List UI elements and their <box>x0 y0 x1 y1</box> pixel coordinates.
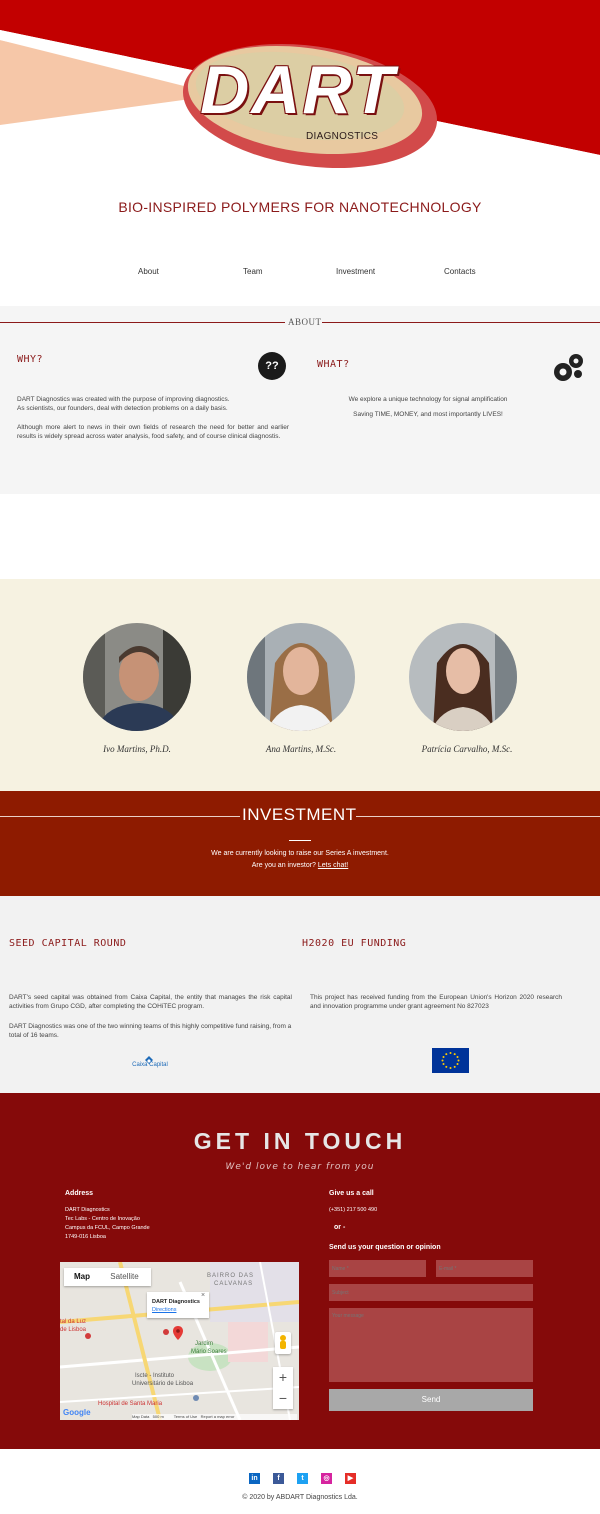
nav-item-contacts[interactable]: Contacts <box>444 267 476 276</box>
why-text-2: As scientists, our founders, deal with d… <box>17 405 228 412</box>
message-field[interactable] <box>329 1308 533 1382</box>
nav-item-about[interactable]: About <box>138 267 159 276</box>
team-section: Ivo Martins, Ph.D. Ana Martins, M.Sc. Pa… <box>0 579 600 792</box>
map-zoom-out-button[interactable]: − <box>273 1388 293 1409</box>
seed-capital-heading: SEED CAPITAL ROUND <box>9 938 127 949</box>
address-label: Address <box>65 1190 94 1197</box>
team-name-ivo: Ivo Martins, Ph.D. <box>103 744 171 754</box>
contact-title: GET IN TOUCH <box>193 1128 407 1154</box>
youtube-icon[interactable]: ▶ <box>345 1473 356 1484</box>
phone-number[interactable]: (+351) 217 500 490 <box>329 1206 377 1215</box>
logo-wordmark[interactable]: DART <box>178 54 418 126</box>
why-text-3: Although more alert to news in their own… <box>17 424 289 440</box>
nav-item-investment[interactable]: Investment <box>336 267 375 276</box>
social-bar: in f t ◎ ▶ <box>249 1473 359 1485</box>
map-popup-close-icon[interactable]: × <box>201 1292 205 1299</box>
team-name-patricia: Patrícia Carvalho, M.Sc. <box>421 744 513 754</box>
map-tab-satellite[interactable]: Satellite <box>102 1268 147 1286</box>
about-section: ABOUT WHY? ?⁠? DART Diagnostics was crea… <box>0 306 600 494</box>
funding-section: SEED CAPITAL ROUND DART's seed capital w… <box>0 896 600 1093</box>
logo-subtitle: DIAGNOSTICS <box>306 131 379 142</box>
caixa-capital-logo-text: Caixa Capital <box>132 1062 168 1068</box>
investment-divider-left <box>0 816 240 817</box>
map-tab-map[interactable]: Map <box>64 1268 100 1286</box>
team-photo-ana <box>247 623 355 731</box>
map-label-universitario: Universitário de Lisboa <box>132 1381 194 1387</box>
investment-accent-line <box>289 840 311 841</box>
send-question-label: Send us your question or opinion <box>329 1244 441 1251</box>
subject-field[interactable] <box>329 1284 533 1301</box>
send-button[interactable]: Send <box>329 1389 533 1411</box>
nav-item-team[interactable]: Team <box>243 267 263 276</box>
why-text-1: DART Diagnostics was created with the pu… <box>17 396 230 403</box>
call-label: Give us a call <box>329 1190 374 1197</box>
team-photo-patricia <box>409 623 517 731</box>
why-heading: WHY? <box>17 354 44 365</box>
address-line-1: DART Diagnostics <box>65 1207 110 1213</box>
name-field[interactable] <box>329 1260 426 1277</box>
address-line-4: 1749-016 Lisboa <box>65 1234 106 1240</box>
what-heading: WHAT? <box>317 359 350 370</box>
about-title: ABOUT <box>288 317 322 327</box>
lets-chat-link[interactable]: Lets chat! <box>318 862 348 869</box>
about-divider-right <box>322 322 600 323</box>
map-zoom-in-button[interactable]: + <box>273 1367 293 1388</box>
map-embed[interactable]: Map Satellite DART Diagnostics Direction… <box>60 1262 299 1420</box>
address-line-2: Tec Labs - Centro de Inovação <box>65 1216 140 1222</box>
address-line-3: Campus da FCUL, Campo Grande <box>65 1225 150 1231</box>
gears-icon <box>554 354 583 381</box>
header-banner: DART DIAGNOSTICS <box>0 0 600 175</box>
map-label-iscte: Iscte - Instituto <box>135 1373 175 1379</box>
team-name-ana: Ana Martins, M.Sc. <box>265 744 337 754</box>
map-label-luz: tal da Luz <box>60 1319 87 1325</box>
google-logo: Google <box>63 1408 91 1417</box>
about-divider-left <box>0 322 285 323</box>
investment-text-1: We are currently looking to raise our Se… <box>211 850 389 857</box>
question-icon: ?⁠? <box>258 352 286 380</box>
caixa-capital-logo-icon <box>141 1051 157 1064</box>
email-field[interactable] <box>436 1260 533 1277</box>
or-separator: or - <box>334 1224 346 1231</box>
footer: in f t ◎ ▶ © 2020 by ABDART Diagnostics Lda. <box>0 1449 600 1514</box>
map-directions-link[interactable]: Directions <box>152 1307 176 1313</box>
map-label-bairro: BAIRRO DAS <box>207 1273 255 1279</box>
linkedin-icon[interactable]: in <box>249 1473 260 1484</box>
map-label-hospital: Hospital de Santa Maria <box>98 1401 163 1407</box>
tagline: BIO-INSPIRED POLYMERS FOR NANOTECHNOLOGY <box>118 199 482 215</box>
copyright-text: © 2020 by ABDART Diagnostics Lda. <box>242 1494 358 1501</box>
facebook-icon[interactable]: f <box>273 1473 284 1484</box>
map-label-lisboa: de Lisboa <box>60 1327 87 1333</box>
what-text-2: Saving TIME, MONEY, and most importantly… <box>353 411 503 418</box>
map-label-mario-soares: Mário Soares <box>191 1349 227 1355</box>
instagram-icon[interactable]: ◎ <box>321 1473 332 1484</box>
investment-text-2: Are you an investor? Lets chat! <box>0 862 600 869</box>
map-label-jardim: Jardim <box>195 1341 214 1347</box>
team-photo-ivo <box>83 623 191 731</box>
investment-divider-right <box>356 816 600 817</box>
eu-flag-icon <box>432 1048 469 1073</box>
h2020-text: This project has received funding from t… <box>310 994 562 1010</box>
map-popup <box>147 1292 209 1318</box>
investment-question: Are you an investor? <box>251 862 316 869</box>
map-pin-icon[interactable] <box>173 1326 183 1340</box>
seed-capital-text-1: DART's seed capital was obtained from Ca… <box>9 994 292 1010</box>
map-label-calvanas: CALVANAS <box>214 1281 254 1287</box>
map-footer-bar[interactable]: Map Data 500 m Terms of Use Report a map… <box>132 1414 297 1420</box>
investment-section: INVESTMENT We are currently looking to r… <box>0 791 600 896</box>
twitter-icon[interactable]: t <box>297 1473 308 1484</box>
what-text-1: We explore a unique technology for signa… <box>348 396 508 403</box>
map-popup-title: DART Diagnostics <box>152 1299 200 1305</box>
h2020-heading: H2020 EU FUNDING <box>302 938 407 949</box>
contact-subtitle: We'd love to hear from you <box>225 1162 375 1172</box>
pegman-icon[interactable] <box>275 1332 291 1354</box>
investment-title: INVESTMENT <box>242 805 357 824</box>
seed-capital-text-2: DART Diagnostics was one of the two winn… <box>9 1023 292 1039</box>
